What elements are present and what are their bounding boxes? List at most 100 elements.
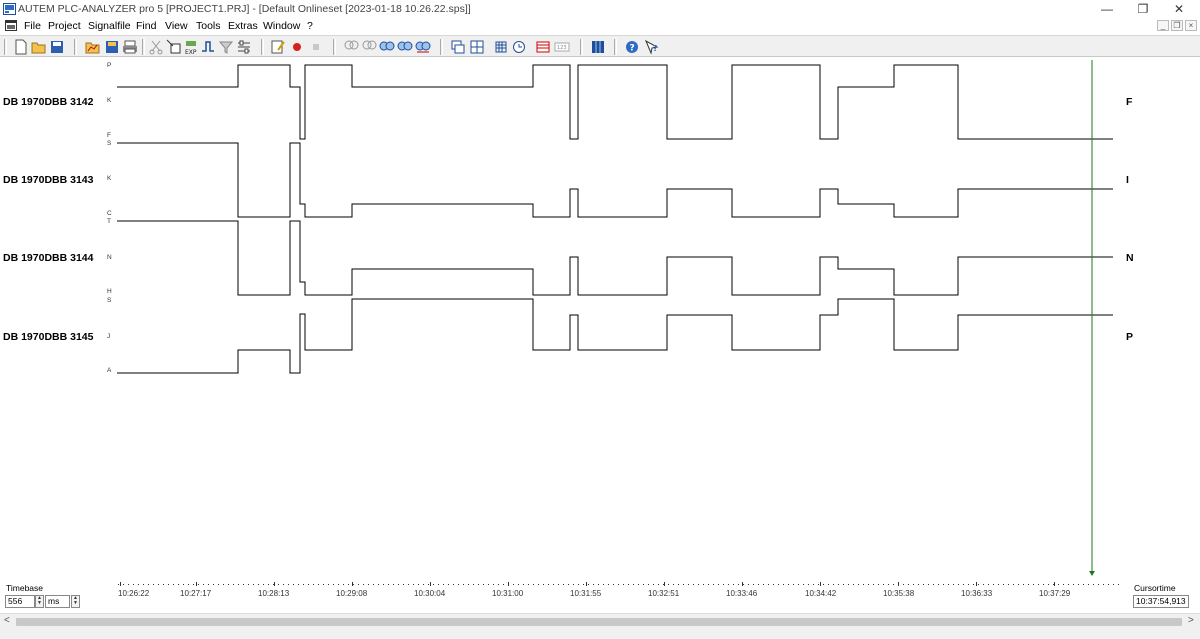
axis-dot (653, 584, 654, 585)
axis-dot (408, 584, 409, 585)
toolbar-grip[interactable] (4, 39, 7, 55)
axis-dot (148, 584, 149, 585)
mdi-minimize-button[interactable]: _ (1157, 20, 1169, 31)
record-icon[interactable] (289, 39, 305, 55)
signal-name[interactable]: DB 1970DBB 3143 (3, 174, 93, 186)
trigger-icon[interactable] (200, 39, 216, 55)
help-icon[interactable]: ? (624, 39, 640, 55)
axis-dot (1118, 584, 1119, 585)
axis-dot (828, 584, 829, 585)
grid-icon[interactable] (493, 39, 509, 55)
axis-dot (623, 584, 624, 585)
state-label: K (107, 175, 112, 182)
context-help-icon[interactable]: ? (644, 39, 660, 55)
signal-name[interactable]: DB 1970DBB 3144 (3, 252, 93, 264)
restore-button[interactable]: ❐ (1126, 0, 1160, 18)
axis-dot (588, 584, 589, 585)
axis-dot (753, 584, 754, 585)
minimize-button[interactable]: — (1090, 0, 1124, 18)
axis-dot (858, 584, 859, 585)
filter-icon[interactable] (218, 39, 234, 55)
search-prev-icon[interactable] (379, 39, 395, 55)
scroll-thumb[interactable] (16, 618, 1182, 626)
cut-icon[interactable] (148, 39, 164, 55)
timebase-unit-spinner[interactable]: ▲ ▼ (71, 595, 80, 608)
new-icon[interactable] (13, 39, 29, 55)
menu-extras[interactable]: Extras (228, 20, 258, 32)
table-icon[interactable] (535, 39, 551, 55)
mdi-restore-button[interactable]: ❐ (1171, 20, 1183, 31)
axis-dot (1003, 584, 1004, 585)
axis-dot (1028, 584, 1029, 585)
axis-dot (778, 584, 779, 585)
signal-name[interactable]: DB 1970DBB 3145 (3, 331, 93, 343)
open-signalfile-icon[interactable] (85, 39, 101, 55)
axis-dot (718, 584, 719, 585)
axis-dot (238, 584, 239, 585)
zoom-out-icon[interactable] (361, 39, 377, 55)
axis-dot (738, 584, 739, 585)
cursortime-label: Cursortime (1134, 583, 1176, 593)
scroll-right-icon[interactable]: > (1188, 615, 1194, 626)
search-next-icon[interactable] (397, 39, 413, 55)
timebase-input[interactable]: 556 (5, 595, 35, 608)
toolbar-grip[interactable] (261, 39, 264, 55)
axis-dot (253, 584, 254, 585)
mdi-close-button[interactable]: × (1185, 20, 1197, 31)
axis-dot (248, 584, 249, 585)
menu-file[interactable]: File (24, 20, 41, 32)
menu-help[interactable]: ? (307, 20, 313, 32)
axis-dot (353, 584, 354, 585)
menu-find[interactable]: Find (136, 20, 156, 32)
close-button[interactable]: ✕ (1162, 0, 1196, 18)
save-icon[interactable] (49, 39, 65, 55)
menu-signalfile[interactable]: Signalfile (88, 20, 131, 32)
axis-dot (533, 584, 534, 585)
cursortime-field[interactable]: 10:37:54,913 (1133, 595, 1189, 608)
toolbar-grip[interactable] (614, 39, 617, 55)
axis-dot (683, 584, 684, 585)
axis-dot (573, 584, 574, 585)
state-label: K (107, 97, 112, 104)
horizontal-scrollbar[interactable]: < > (0, 613, 1200, 629)
axis-dot (458, 584, 459, 585)
toolbar-grip[interactable] (74, 39, 77, 55)
save-signalfile-icon[interactable] (104, 39, 120, 55)
signal-plot[interactable] (0, 58, 1200, 612)
menu-project[interactable]: Project (48, 20, 81, 32)
axis-dot (728, 584, 729, 585)
axis-dot (328, 584, 329, 585)
stop-icon[interactable] (308, 39, 324, 55)
clock-icon[interactable] (511, 39, 527, 55)
import-icon[interactable] (166, 39, 182, 55)
print-icon[interactable] (122, 39, 138, 55)
number-icon[interactable]: 123 (554, 39, 570, 55)
toolbar-grip[interactable] (580, 39, 583, 55)
zoom-in-icon[interactable] (343, 39, 359, 55)
tile-icon[interactable] (469, 39, 485, 55)
axis-dot (673, 584, 674, 585)
menu-tools[interactable]: Tools (196, 20, 221, 32)
document-icon[interactable] (5, 20, 17, 31)
menu-window[interactable]: Window (263, 20, 300, 32)
window-icon[interactable] (450, 39, 466, 55)
signal-name[interactable]: DB 1970DBB 3142 (3, 96, 93, 108)
search-all-icon[interactable] (415, 39, 431, 55)
panel-icon[interactable] (590, 39, 606, 55)
menu-view[interactable]: View (165, 20, 188, 32)
export-icon[interactable]: EXP (183, 39, 199, 55)
axis-dot (368, 584, 369, 585)
toolbar-grip[interactable] (333, 39, 336, 55)
edit-icon[interactable] (270, 39, 286, 55)
axis-dot (823, 584, 824, 585)
timebase-unit-input[interactable]: ms (45, 595, 70, 608)
timebase-spinner[interactable]: ▲ ▼ (35, 595, 44, 608)
settings-icon[interactable] (236, 39, 252, 55)
scroll-left-icon[interactable]: < (4, 615, 10, 626)
toolbar-grip[interactable] (440, 39, 443, 55)
signal-view[interactable]: DB 1970DBB 3142 DB 1970DBB 3143 DB 1970D… (0, 58, 1200, 612)
open-icon[interactable] (31, 39, 47, 55)
time-tick-label: 10:29:08 (336, 589, 368, 598)
toolbar-grip[interactable] (142, 39, 145, 55)
axis-dot (1108, 584, 1109, 585)
